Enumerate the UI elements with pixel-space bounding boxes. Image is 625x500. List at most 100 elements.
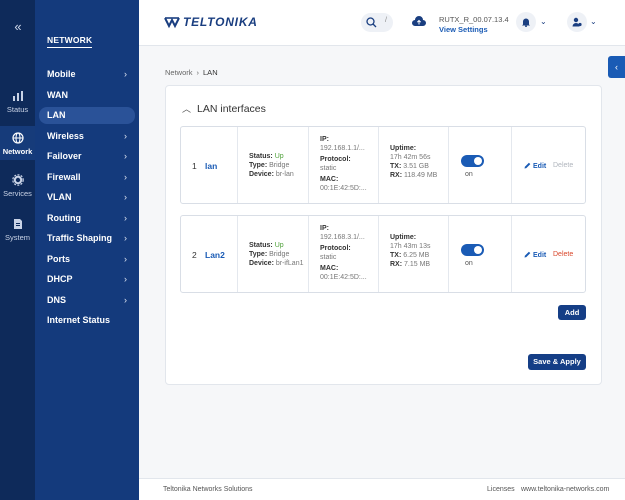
rail-item-label: Network: [2, 147, 33, 156]
actions-cell: Edit Delete: [512, 216, 587, 292]
rail-item-label: System: [4, 233, 30, 242]
subnav-item-wireless[interactable]: Wireless ›: [39, 128, 135, 145]
uptime-value: 17h 42m 56s: [390, 154, 431, 161]
rail-item-network[interactable]: Network: [0, 126, 35, 160]
rail-item-system[interactable]: System: [0, 214, 35, 244]
address-cell: IP: 192.168.1.1/... Protocol: static MAC: 00:…: [309, 127, 379, 203]
subnav-item-label: Firewall: [47, 172, 81, 182]
subnav-item-mobile[interactable]: Mobile ›: [39, 66, 135, 83]
view-settings-link[interactable]: View Settings: [439, 25, 488, 34]
subnav-item-label: Ports: [47, 254, 71, 264]
traffic-cell: Uptime: 17h 42m 56s TX: 3.51 GB RX: 118.49 …: [379, 127, 449, 203]
subnav-item-wan[interactable]: WAN: [39, 87, 135, 104]
chevron-up-icon[interactable]: ︿: [182, 102, 191, 115]
subnav-item-ports[interactable]: Ports ›: [39, 251, 135, 268]
subnav-item-label: Failover: [47, 151, 82, 161]
rx-key: RX:: [390, 172, 403, 179]
rail-item-label: Status: [6, 105, 29, 114]
edit-button[interactable]: Edit: [524, 251, 546, 259]
traffic-cell: Uptime: 17h 43m 13s TX: 6.25 MB RX: 7.15 MB: [379, 216, 449, 292]
search-shortcut: /: [385, 17, 387, 24]
chevron-down-icon[interactable]: ⌄: [590, 17, 597, 26]
chevron-right-icon: ›: [124, 254, 127, 264]
edit-label: Edit: [533, 163, 547, 170]
chevron-right-icon: ›: [124, 69, 127, 79]
subnav-item-routing[interactable]: Routing ›: [39, 210, 135, 227]
protocol-key: Protocol:: [320, 245, 351, 252]
notifications-button[interactable]: [516, 12, 536, 32]
delete-button[interactable]: Delete: [553, 251, 573, 258]
row-index: 1: [192, 161, 197, 171]
mac-key: MAC:: [320, 176, 339, 183]
user-menu-button[interactable]: [567, 12, 587, 32]
row-index: 2: [192, 250, 197, 260]
interface-name-link[interactable]: Lan2: [205, 250, 225, 260]
chevron-right-icon: ›: [124, 233, 127, 243]
add-button[interactable]: Add: [558, 305, 586, 320]
collapse-menu-icon[interactable]: «: [10, 20, 26, 34]
status-key: Status:: [249, 153, 273, 160]
mac-key: MAC:: [320, 265, 339, 272]
chevron-right-icon: ›: [124, 274, 127, 284]
toggle-knob: [474, 246, 482, 254]
device-key: Device:: [249, 171, 274, 178]
subnav-item-dns[interactable]: DNS ›: [39, 292, 135, 309]
rx-value: 118.49 MB: [404, 172, 438, 179]
subnav-item-traffic-shaping[interactable]: Traffic Shaping ›: [39, 230, 135, 247]
rail-item-status[interactable]: Status: [0, 86, 35, 116]
subnav-item-dhcp[interactable]: DHCP ›: [39, 271, 135, 288]
tx-key: TX:: [390, 163, 402, 170]
search-icon: [366, 17, 377, 28]
chevron-right-icon: ›: [124, 151, 127, 161]
licenses-link[interactable]: Licenses: [487, 486, 515, 493]
icon-rail: « Status Network Services System: [0, 0, 35, 500]
interface-name-link[interactable]: lan: [205, 161, 217, 171]
subnav-item-failover[interactable]: Failover ›: [39, 148, 135, 165]
footer: Teltonika Networks Solutions Licenses ww…: [139, 478, 625, 500]
chevron-right-icon: ›: [124, 131, 127, 141]
panel-header[interactable]: ︿ LAN interfaces: [182, 102, 266, 115]
cloud-upload-icon[interactable]: [412, 16, 426, 28]
logo-wordmark: TELTONIKA: [183, 15, 258, 29]
subnav-item-label: DHCP: [47, 274, 73, 284]
subnav-item-label: VLAN: [47, 192, 72, 202]
rail-item-label: Services: [3, 189, 32, 198]
edit-button[interactable]: Edit: [524, 162, 546, 170]
search-button[interactable]: /: [361, 13, 393, 32]
chevron-right-icon: ›: [124, 192, 127, 202]
subnav-item-vlan[interactable]: VLAN ›: [39, 189, 135, 206]
chevron-down-icon[interactable]: ⌄: [540, 17, 547, 26]
panel-title: LAN interfaces: [197, 103, 266, 115]
enable-toggle[interactable]: [461, 155, 484, 167]
name-cell: 2 Lan2: [181, 216, 238, 292]
breadcrumb-parent[interactable]: Network: [165, 68, 193, 77]
address-cell: IP: 192.168.3.1/... Protocol: static MAC: 00:…: [309, 216, 379, 292]
mac-value: 00:1E:42:5D:...: [320, 274, 367, 281]
delete-button: Delete: [553, 162, 574, 169]
expand-panel-icon[interactable]: ‹: [608, 56, 625, 78]
footer-company: Teltonika Networks Solutions: [163, 486, 253, 493]
actions-cell: Edit Delete: [512, 127, 587, 203]
chevron-right-icon: ›: [124, 213, 127, 223]
status-cell: Status: Up Type: Bridge Device: br-ifLan1: [238, 216, 309, 292]
device-key: Device:: [249, 260, 274, 267]
pencil-icon: [524, 162, 531, 169]
website-link[interactable]: www.teltonika-networks.com: [521, 486, 609, 493]
device-value: br-lan: [275, 171, 294, 178]
protocol-value: static: [320, 165, 337, 172]
lan-interfaces-panel: ︿ LAN interfaces 1 lan Status: Up Type: Brid…: [165, 85, 602, 385]
subnav-item-internet-status[interactable]: Internet Status: [39, 312, 135, 329]
type-value: Bridge: [269, 251, 290, 258]
save-apply-button[interactable]: Save & Apply: [528, 354, 586, 370]
user-settings-icon: [572, 17, 582, 27]
type-key: Type:: [249, 251, 268, 258]
device-value: br-ifLan1: [275, 260, 304, 267]
tx-value: 3.51 GB: [403, 163, 429, 170]
teltonika-logo-icon: [164, 17, 180, 29]
status-cell: Status: Up Type: Bridge Device: br-lan: [238, 127, 309, 203]
enable-toggle[interactable]: [461, 244, 484, 256]
subnav-item-firewall[interactable]: Firewall ›: [39, 169, 135, 186]
subnav-item-label: Wireless: [47, 131, 84, 141]
rail-item-services[interactable]: Services: [0, 170, 35, 200]
subnav-item-lan[interactable]: LAN: [39, 107, 135, 124]
